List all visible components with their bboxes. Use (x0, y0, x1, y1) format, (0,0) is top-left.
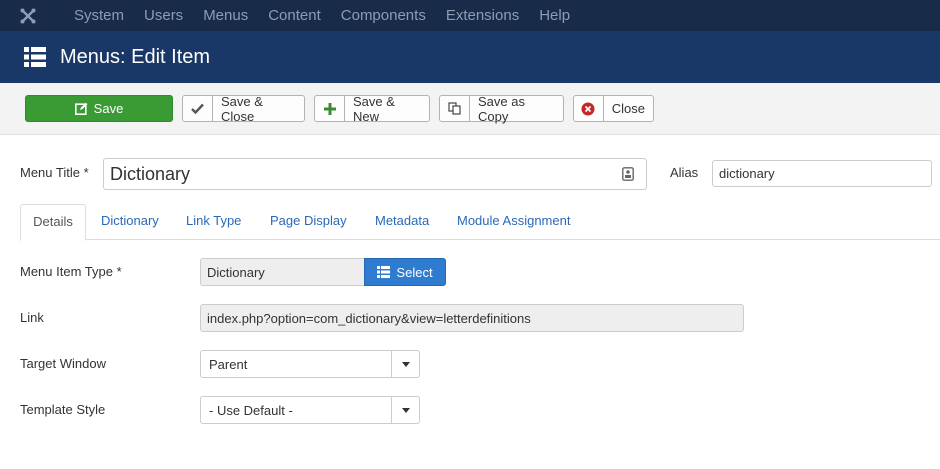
list-icon (24, 47, 46, 67)
template-style-value: - Use Default - (209, 402, 293, 418)
target-window-value: Parent (209, 356, 248, 372)
contact-card-icon (622, 167, 634, 181)
tab-link-type[interactable]: Link Type (174, 204, 253, 240)
nav-item-system[interactable]: System (64, 0, 134, 31)
page-title: Menus: Edit Item (60, 45, 211, 68)
link-value: index.php?option=com_dictionary&view=let… (207, 310, 531, 326)
caret-down-icon (391, 351, 419, 377)
tab-module-assignment[interactable]: Module Assignment (445, 204, 582, 240)
alias-input[interactable]: dictionary (712, 160, 932, 187)
cancel-icon (574, 96, 604, 121)
save-close-button[interactable]: Save & Close (182, 94, 305, 124)
link-field: index.php?option=com_dictionary&view=let… (200, 304, 744, 332)
page-header: Menus: Edit Item (0, 31, 940, 83)
list-icon (377, 266, 391, 278)
select-button[interactable]: Select (364, 258, 446, 286)
nav-item-help[interactable]: Help (529, 0, 580, 31)
nav-item-content[interactable]: Content (258, 0, 331, 31)
nav-item-users[interactable]: Users (134, 0, 193, 31)
menu-item-type-field: Dictionary (200, 258, 366, 286)
menu-title-input[interactable]: Dictionary (103, 158, 647, 190)
nav-item-extensions[interactable]: Extensions (436, 0, 529, 31)
copy-icon (440, 96, 470, 121)
template-style-select[interactable]: - Use Default - (200, 396, 420, 424)
link-label: Link (20, 310, 44, 325)
nav-item-components[interactable]: Components (331, 0, 436, 31)
edit-icon (74, 102, 88, 115)
caret-down-icon (391, 397, 419, 423)
tab-metadata[interactable]: Metadata (363, 204, 441, 240)
menu-item-type-value: Dictionary (207, 264, 265, 280)
target-window-label: Target Window (20, 356, 106, 371)
target-window-select[interactable]: Parent (200, 350, 420, 378)
menu-title-value: Dictionary (110, 163, 191, 184)
tab-bar: Details Dictionary Link Type Page Displa… (20, 204, 940, 241)
save-button[interactable]: Save (25, 95, 173, 122)
alias-label: Alias (670, 165, 699, 180)
tab-details[interactable]: Details (20, 204, 86, 241)
tab-dictionary[interactable]: Dictionary (89, 204, 171, 240)
top-navbar: System Users Menus Content Components Ex… (0, 0, 940, 31)
check-icon (183, 96, 213, 121)
joomla-logo-icon[interactable] (0, 0, 64, 31)
menu-item-type-label: Menu Item Type * (20, 264, 122, 279)
nav-item-menus[interactable]: Menus (193, 0, 258, 31)
close-button[interactable]: Close (573, 95, 654, 122)
template-style-label: Template Style (20, 402, 106, 417)
tab-page-display[interactable]: Page Display (258, 204, 359, 240)
toolbar: Save Save & Close Save & New Save as Cop… (0, 83, 940, 135)
save-new-button[interactable]: Save & New (314, 94, 430, 124)
alias-value: dictionary (719, 166, 775, 181)
menu-title-label: Menu Title * (20, 165, 89, 180)
save-copy-button[interactable]: Save as Copy (439, 94, 564, 124)
plus-icon (315, 96, 345, 121)
